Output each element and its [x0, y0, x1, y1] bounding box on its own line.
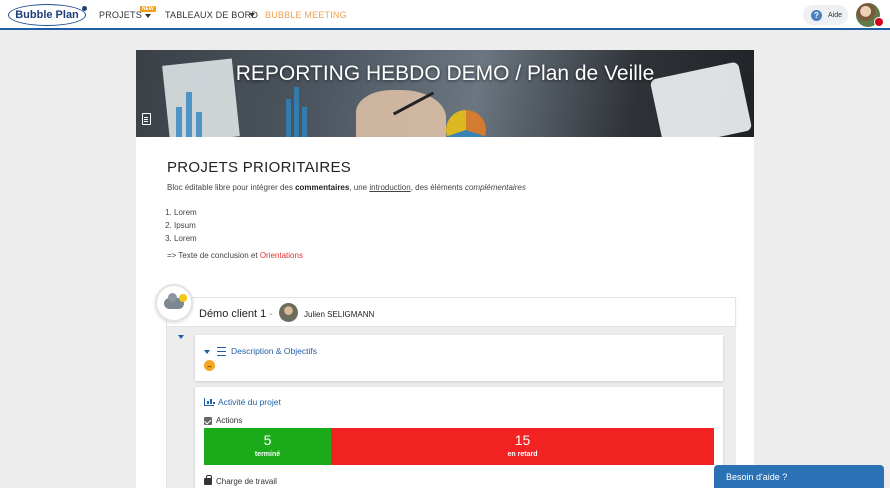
banner-bar	[294, 87, 299, 137]
owner-avatar	[279, 303, 298, 322]
top-navbar: Bubble Plan PROJETS NEW TABLEAUX DE BORD…	[0, 0, 890, 30]
notification-badge-icon[interactable]	[874, 17, 884, 27]
activity-title: Activité du projet	[218, 397, 281, 407]
stat-label: terminé	[254, 451, 281, 458]
intro-text: Bloc éditable libre pour intégrer des co…	[167, 183, 526, 192]
briefcase-icon	[204, 475, 212, 485]
list-item: Lorem	[174, 206, 197, 219]
help-button[interactable]: ? Aide	[803, 5, 848, 25]
chevron-down-icon[interactable]	[145, 14, 151, 18]
project-header[interactable]: Démo client 1 - Julien SELIGMANN	[166, 297, 736, 327]
ordered-list: Lorem Ipsum Lorem	[174, 206, 197, 245]
bar-chart-icon	[204, 398, 215, 406]
checkbox-icon	[204, 417, 212, 425]
activity-panel: Activité du projet Actions 5 terminé 15 …	[195, 387, 723, 488]
chevron-down-icon[interactable]	[249, 13, 255, 17]
description-panel: Description & Objectifs	[195, 335, 723, 381]
help-chat-widget[interactable]: Besoin d'aide ?	[714, 465, 884, 488]
project-name[interactable]: Démo client 1	[199, 308, 266, 320]
nav-bubble-meeting[interactable]: BUBBLE MEETING	[265, 10, 347, 20]
sun-icon	[179, 294, 187, 302]
stat-label: en retard	[507, 451, 538, 458]
new-badge: NEW	[140, 6, 156, 12]
logo-text: Bubble Plan	[15, 9, 79, 21]
stat-completed[interactable]: 5 terminé	[204, 428, 331, 465]
chevron-down-icon[interactable]	[204, 350, 210, 354]
question-icon: ?	[811, 9, 822, 21]
banner-bar	[176, 107, 182, 137]
actions-label: Actions	[216, 416, 243, 425]
logo-dot	[82, 6, 87, 11]
stat-late[interactable]: 15 en retard	[331, 428, 714, 465]
smiley-icon	[204, 360, 215, 371]
description-title[interactable]: Description & Objectifs	[231, 346, 317, 356]
help-label: Aide	[828, 11, 843, 19]
bubble-plan-logo[interactable]: Bubble Plan	[8, 4, 87, 26]
banner-bar	[186, 92, 192, 137]
project-owner: Julien SELIGMANN	[304, 310, 375, 319]
banner-hand-image	[356, 90, 446, 137]
banner-pie-image	[446, 110, 486, 137]
weather-status	[155, 284, 193, 322]
list-icon	[217, 347, 226, 356]
list-item: Ipsum	[174, 219, 197, 232]
collapse-caret-icon[interactable]	[178, 335, 184, 339]
report-banner: REPORTING HEBDO DEMO / Plan de Veille	[136, 50, 754, 137]
pdf-export-icon[interactable]	[142, 113, 151, 125]
conclusion-text: => Texte de conclusion et Orientations	[167, 251, 303, 260]
stat-value: 5	[263, 432, 272, 448]
list-item: Lorem	[174, 232, 197, 245]
report-title: REPORTING HEBDO DEMO / Plan de Veille	[235, 62, 655, 85]
banner-bar	[196, 112, 202, 137]
banner-bar	[286, 99, 291, 137]
stat-value: 15	[514, 432, 531, 448]
banner-bar	[302, 107, 307, 137]
nav-projets[interactable]: PROJETS	[99, 10, 142, 20]
section-title: PROJETS PRIORITAIRES	[167, 159, 352, 176]
workload-label: Charge de travail	[216, 477, 277, 486]
project-separator: -	[269, 308, 273, 320]
nav-tableaux-de-bord[interactable]: TABLEAUX DE BORD	[165, 10, 258, 20]
